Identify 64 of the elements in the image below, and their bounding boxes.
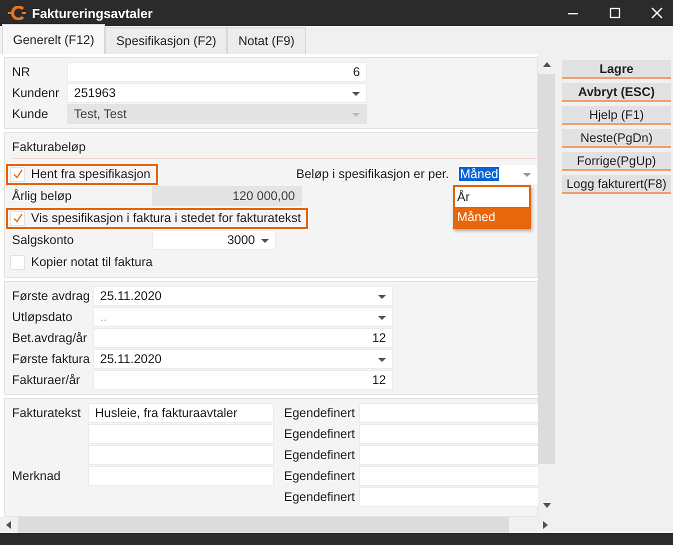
maximize-icon[interactable] [609,7,621,19]
action-button[interactable]: Neste(PgDn) [562,129,671,148]
scroll-down-icon[interactable] [542,503,550,509]
field-label: NR [12,65,32,79]
caret-icon[interactable] [378,358,386,363]
field-label: Årlig beløp [12,189,73,203]
checkbox[interactable] [10,210,25,226]
field-label: Salgskonto [12,233,75,247]
input-field[interactable] [359,487,538,507]
checkbox-row[interactable]: Kopier notat til faktura [6,252,160,272]
field-label: Utløpsdato [12,310,74,324]
caret-icon[interactable] [378,295,386,300]
tab[interactable]: Spesifikasjon (F2) [105,27,228,54]
field-label: Merknad [12,469,62,483]
input-field: 120 000,00 [152,186,302,206]
input-field[interactable]: 6 [67,62,367,82]
caret-icon[interactable] [352,92,360,97]
close-icon[interactable] [651,7,663,19]
field-label: Egendefinert [284,469,356,483]
field-label: Første avdrag [12,289,91,303]
action-button[interactable]: Hjelp (F1) [562,106,671,125]
input-field[interactable] [359,403,538,423]
caret-icon[interactable] [261,239,269,244]
logo-icon [8,6,26,20]
tab[interactable]: Generelt (F12) [2,24,106,54]
input-field[interactable]: 251963 [67,83,367,103]
input-field[interactable] [359,424,538,444]
input-field[interactable]: Husleie, fra fakturaavtaler [88,403,274,423]
field-label: Egendefinert [284,490,356,504]
input-field[interactable] [359,466,538,486]
checkbox[interactable] [10,166,25,182]
input-field[interactable] [359,445,538,465]
scrollbar-thumb[interactable] [538,74,555,464]
checkbox-row[interactable]: Hent fra spesifikasjon [6,164,158,184]
caret-icon[interactable] [378,316,386,321]
field-label: Kundenr [12,86,60,100]
menu-option[interactable]: År [455,186,530,206]
action-button[interactable]: Avbryt (ESC) [562,83,671,102]
input-field[interactable]: 25.11.2020 [93,349,393,369]
scroll-left-icon[interactable] [6,521,12,529]
field-label: Kunde [12,107,50,121]
action-button[interactable]: Lagre [562,60,671,79]
action-button[interactable]: Forrige(PgUp) [562,152,671,171]
period-dropdown[interactable]: Måned [459,164,537,184]
scroll-right-icon[interactable] [543,521,549,529]
field-label: Fakturaer/år [12,373,82,387]
tab[interactable]: Notat (F9) [227,27,306,54]
field-label: Egendefinert [284,427,356,441]
input-field[interactable]: 25.11.2020 [93,286,393,306]
input-field[interactable]: 3000 [152,230,276,250]
scroll-up-icon[interactable] [542,62,550,68]
field-label: Fakturatekst [12,406,82,420]
field-label: Egendefinert [284,406,356,420]
field-label: Egendefinert [284,448,356,462]
input-field[interactable]: 12 [93,370,393,390]
window-title: Faktureringsavtaler [32,6,153,20]
input-field[interactable]: 12 [93,328,393,348]
action-button[interactable]: Logg fakturert(F8) [562,175,671,194]
section-title: Fakturabeløp [12,137,537,159]
field-label: Første faktura [12,352,91,366]
field-label: Bet.avdrag/år [12,331,88,345]
checkbox[interactable] [10,254,25,270]
checkbox-row[interactable]: Vis spesifikasjon i faktura i stedet for fakturatekst [6,208,308,228]
field-label: Beløp i spesifikasjon er per. [296,167,449,181]
